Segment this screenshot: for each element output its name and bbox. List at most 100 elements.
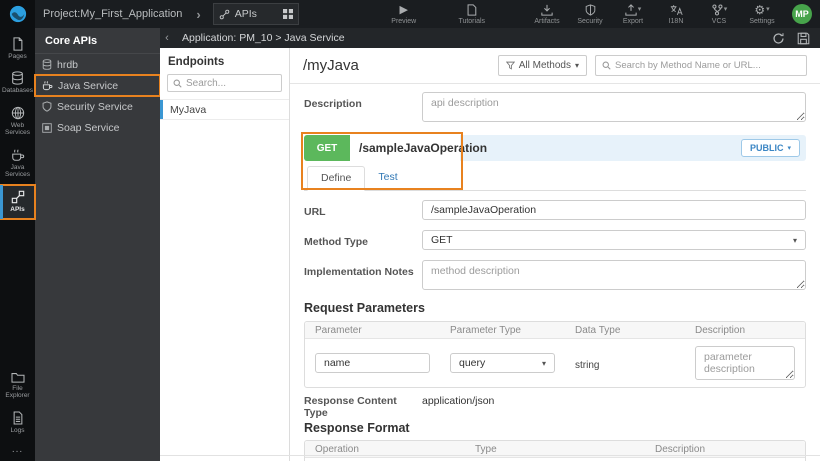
artifacts-label: Artifacts <box>534 17 560 25</box>
operation-bar[interactable]: GET /sampleJavaOperation PUBLIC ▾ <box>304 135 806 161</box>
application-header-bar: ‹ Application: PM_10 > Java Service <box>160 28 820 48</box>
sidebar-item-apis[interactable]: APIs <box>0 183 36 221</box>
project-name[interactable]: Project:My_First_Application <box>43 8 182 20</box>
table-header-row: Operation Type Description <box>305 441 805 458</box>
sidebar-item-java-services[interactable]: Java Services <box>0 143 35 185</box>
chevron-down-icon: ▾ <box>766 6 770 13</box>
api-icon <box>219 9 230 20</box>
shield-icon <box>42 101 52 112</box>
data-type-value: string <box>575 360 600 371</box>
wavemaker-logo-icon <box>9 5 27 23</box>
coffee-icon <box>11 148 25 162</box>
methods-filter-label: All Methods <box>518 60 571 71</box>
breadcrumb: Application: PM_10 > Java Service <box>182 32 345 44</box>
service-label: Soap Service <box>57 121 120 134</box>
pages-label: Pages <box>8 53 27 60</box>
column-header: Description <box>695 324 746 336</box>
refresh-icon[interactable] <box>772 32 785 45</box>
url-input[interactable] <box>422 200 806 220</box>
operation-path[interactable]: /sampleJavaOperation <box>350 135 487 161</box>
service-item-security-service[interactable]: Security Service <box>35 96 160 117</box>
operation-form: Description GET /sampleJavaOperation <box>290 84 820 461</box>
service-label: Java Service <box>58 79 119 92</box>
service-label: Security Service <box>57 100 133 113</box>
parameter-name-input[interactable] <box>315 353 430 373</box>
visibility-dropdown[interactable]: PUBLIC ▾ <box>740 139 800 157</box>
service-label: hrdb <box>57 58 79 71</box>
endpoint-item-myjava[interactable]: MyJava <box>160 99 289 120</box>
tutorials-icon <box>466 4 477 17</box>
operation-tabs: Define Test <box>304 166 806 191</box>
method-search-input[interactable] <box>615 60 800 71</box>
preview-button[interactable]: ▶ Preview <box>387 4 421 25</box>
folder-icon <box>10 371 25 383</box>
tab-apis-label: APIs <box>234 8 257 20</box>
response-content-type-label: Response Content Type <box>304 395 397 419</box>
sidebar-item-web-services[interactable]: Web Services <box>0 101 35 143</box>
response-format-title: Response Format <box>304 421 410 435</box>
column-header: Type <box>475 443 497 455</box>
chevron-down-icon: ▾ <box>787 145 791 152</box>
service-item-java-service[interactable]: Java Service <box>34 74 161 97</box>
parameter-type-select[interactable]: query ▾ <box>450 353 555 373</box>
request-parameters-table: Parameter Parameter Type Data Type Descr… <box>304 321 806 388</box>
method-type-select[interactable]: GET ▾ <box>422 230 806 250</box>
topbar-right-actions: Artifacts Security ▾ Export I18N ▾ VCS ⚙… <box>530 4 820 25</box>
endpoints-search-input[interactable] <box>186 77 276 89</box>
sidebar-item-file-explorer[interactable]: File Explorer <box>0 366 35 406</box>
response-content-type-value: application/json <box>422 395 495 407</box>
apis-label: APIs <box>10 205 25 213</box>
page-title: /myJava <box>303 57 359 74</box>
tab-apis[interactable]: APIs <box>212 3 299 25</box>
implementation-notes-textarea[interactable] <box>422 260 806 290</box>
security-button[interactable]: Security <box>573 4 607 25</box>
play-icon: ▶ <box>399 4 408 16</box>
method-type-value: GET <box>431 234 453 246</box>
endpoint-label: MyJava <box>170 103 207 116</box>
description-textarea[interactable] <box>422 92 806 122</box>
save-icon[interactable] <box>797 32 810 45</box>
artifacts-button[interactable]: Artifacts <box>530 4 564 25</box>
collapse-sidebar-icon[interactable]: ‹ <box>160 32 174 44</box>
topbar-center-actions: ▶ Preview Tutorials <box>387 4 489 25</box>
services-sidebar: Core APIs hrdb Java Service Security Ser… <box>34 28 161 461</box>
rail-spacer <box>0 219 35 365</box>
service-item-soap-service[interactable]: Soap Service <box>35 117 160 138</box>
grid-icon[interactable] <box>282 9 293 19</box>
tutorials-button[interactable]: Tutorials <box>455 4 489 25</box>
sidebar-item-logs[interactable]: Logs <box>0 406 35 440</box>
database-icon <box>11 71 24 86</box>
sidebar-item-databases[interactable]: Databases <box>0 66 35 100</box>
column-header: Operation <box>315 443 359 455</box>
method-search[interactable] <box>595 55 807 76</box>
export-label: Export <box>622 17 644 25</box>
search-icon <box>602 61 611 70</box>
service-item-hrdb[interactable]: hrdb <box>35 54 160 75</box>
filter-icon <box>505 61 515 70</box>
left-rail: Pages Databases Web Services Java Servic… <box>0 28 36 461</box>
tab-define[interactable]: Define <box>307 166 366 191</box>
app-window: Project:My_First_Application › APIs ▶ Pr… <box>0 0 820 461</box>
tutorials-label: Tutorials <box>458 17 486 25</box>
column-header: Parameter <box>315 324 362 336</box>
chevron-down-icon: ▾ <box>541 358 546 368</box>
page-icon <box>11 37 24 51</box>
vcs-button[interactable]: ▾ VCS <box>702 4 736 25</box>
i18n-button[interactable]: I18N <box>659 4 693 25</box>
export-button[interactable]: ▾ Export <box>616 4 650 25</box>
table-header-row: Parameter Parameter Type Data Type Descr… <box>305 322 805 339</box>
settings-button[interactable]: ⚙ ▾ Settings <box>745 4 779 25</box>
user-avatar[interactable]: MP <box>792 4 812 24</box>
endpoints-search[interactable] <box>167 74 282 92</box>
method-badge[interactable]: GET <box>304 135 350 161</box>
methods-filter-dropdown[interactable]: All Methods ▾ <box>497 55 587 76</box>
parameter-description-textarea[interactable] <box>695 346 795 380</box>
soap-icon <box>42 122 52 133</box>
app-logo[interactable] <box>0 0 35 28</box>
java-services-label: Java Services <box>5 163 30 179</box>
i18n-label: I18N <box>668 17 684 25</box>
more-options-button[interactable]: ... <box>0 440 35 461</box>
tab-test[interactable]: Test <box>365 166 410 190</box>
sidebar-item-pages[interactable]: Pages <box>0 32 35 66</box>
column-header: Parameter Type <box>450 324 521 336</box>
